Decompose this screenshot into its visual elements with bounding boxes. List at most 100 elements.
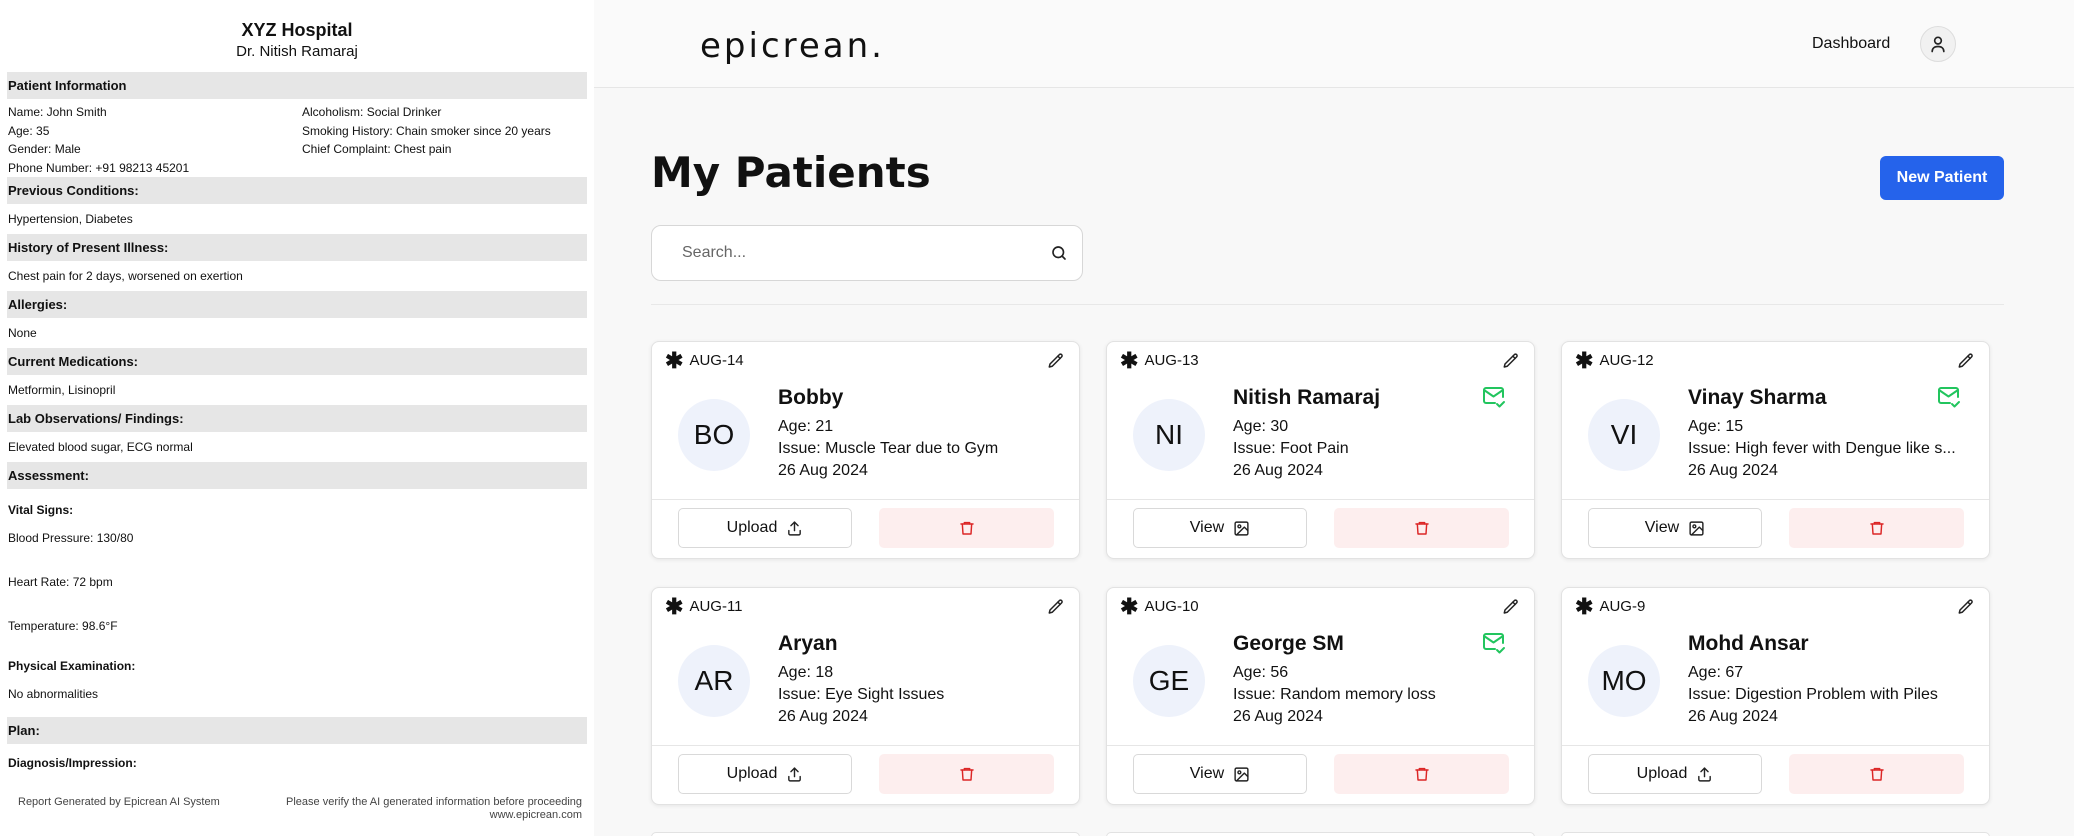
card-actions: Upload xyxy=(652,499,1079,558)
upload-button[interactable]: Upload xyxy=(678,754,852,794)
patient-name: Name: John Smith xyxy=(8,105,107,119)
patient-phone: Phone Number: +91 98213 45201 xyxy=(8,160,190,175)
edit-button[interactable] xyxy=(1047,352,1065,375)
edit-button[interactable] xyxy=(1502,352,1520,375)
vital-signs-label: Vital Signs: xyxy=(8,503,74,517)
upload-icon xyxy=(1698,766,1712,782)
patient-id: AUG-10 xyxy=(1144,598,1199,615)
patient-avatar: AR xyxy=(678,645,750,717)
patient-age: Age: 35 xyxy=(8,123,50,138)
upload-button[interactable]: Upload xyxy=(1588,754,1762,794)
search-input[interactable] xyxy=(682,244,1022,262)
patient-date: 26 Aug 2024 xyxy=(778,708,868,725)
patient-info: Bobby Age: 21 Issue: Muscle Tear due to … xyxy=(778,386,1058,482)
patient-card-next-row xyxy=(651,832,1080,836)
nav-dashboard-link[interactable]: Dashboard xyxy=(1812,35,1890,53)
trash-icon xyxy=(959,521,974,535)
patient-card[interactable]: ✱ AUG-13 NI Nitish Ramaraj Age: 30 Issue… xyxy=(1106,341,1535,559)
lab-findings-heading: Lab Observations/ Findings: xyxy=(7,405,587,432)
patient-avatar: MO xyxy=(1588,645,1660,717)
patient-chief-complaint: Chief Complaint: Chest pain xyxy=(302,142,452,156)
patient-age: Age: 56 xyxy=(1233,664,1289,681)
delete-button[interactable] xyxy=(879,508,1054,548)
patient-card-next-row xyxy=(1106,832,1535,836)
patient-age: Age: 15 xyxy=(1688,418,1744,435)
view-button[interactable]: View xyxy=(1133,754,1307,794)
pencil-icon xyxy=(1958,353,1973,368)
patient-id-tag: ✱ AUG-14 xyxy=(665,349,744,371)
card-actions: View xyxy=(1562,499,1989,558)
patient-id-tag: ✱ AUG-12 xyxy=(1575,347,1654,373)
physical-exam-value: No abnormalities xyxy=(8,687,99,701)
lab-findings-value: Elevated blood sugar, ECG normal xyxy=(8,440,193,454)
patient-id: AUG-9 xyxy=(1599,598,1646,615)
pencil-icon xyxy=(1048,599,1063,614)
upload-button[interactable]: Upload xyxy=(678,508,852,548)
patient-id: AUG-12 xyxy=(1599,352,1654,369)
action-label: Upload xyxy=(1636,765,1688,782)
app-logo[interactable]: epicrean. xyxy=(700,26,885,66)
search-icon[interactable] xyxy=(1050,244,1068,262)
patients-app: epicrean. Dashboard My Patients New Pati… xyxy=(594,0,2074,836)
image-icon xyxy=(1234,520,1249,536)
edit-button[interactable] xyxy=(1047,598,1065,621)
action-label: Upload xyxy=(726,765,778,782)
action-label: View xyxy=(1644,519,1680,536)
patient-date: 26 Aug 2024 xyxy=(778,462,868,479)
patient-name: Bobby xyxy=(778,386,844,409)
action-label: View xyxy=(1189,519,1225,536)
search-box xyxy=(651,225,1083,281)
patient-info: Aryan Age: 18 Issue: Eye Sight Issues 26… xyxy=(778,632,1058,728)
top-navbar: epicrean. Dashboard xyxy=(594,0,2074,88)
new-patient-button[interactable]: New Patient xyxy=(1880,156,2004,200)
patient-issue: Issue: Foot Pain xyxy=(1233,440,1349,457)
patient-avatar: GE xyxy=(1133,645,1205,717)
patient-information-heading: Patient Information xyxy=(7,72,587,99)
asterisk-icon: ✱ xyxy=(665,593,684,619)
delete-button[interactable] xyxy=(1789,508,1964,548)
asterisk-icon: ✱ xyxy=(1120,347,1139,373)
delete-button[interactable] xyxy=(1334,508,1509,548)
page-title: My Patients xyxy=(651,148,931,197)
report-hospital-name: XYZ Hospital xyxy=(241,20,353,40)
asterisk-icon: ✱ xyxy=(1575,347,1594,373)
history-heading: History of Present Illness: xyxy=(7,234,587,261)
patient-card[interactable]: ✱ AUG-12 VI Vinay Sharma Age: 15 Issue: … xyxy=(1561,341,1990,559)
pencil-icon xyxy=(1503,599,1518,614)
patient-id: AUG-13 xyxy=(1144,352,1199,369)
patient-issue: Issue: Eye Sight Issues xyxy=(778,686,945,703)
delete-button[interactable] xyxy=(1334,754,1509,794)
delete-button[interactable] xyxy=(1789,754,1964,794)
trash-icon xyxy=(1869,521,1884,535)
edit-button[interactable] xyxy=(1957,598,1975,621)
pencil-icon xyxy=(1048,353,1063,368)
card-actions: Upload xyxy=(1562,745,1989,804)
image-icon xyxy=(1689,520,1704,536)
profile-button[interactable] xyxy=(1920,26,1956,62)
patient-smoking-history: Smoking History: Chain smoker since 20 y… xyxy=(302,123,551,138)
upload-icon xyxy=(788,520,802,536)
patient-card[interactable]: ✱ AUG-9 MO Mohd Ansar Age: 67 Issue: Dig… xyxy=(1561,587,1990,805)
edit-button[interactable] xyxy=(1502,598,1520,621)
allergies-value: None xyxy=(8,326,37,340)
patient-name: Mohd Ansar xyxy=(1688,632,1809,655)
edit-button[interactable] xyxy=(1957,352,1975,375)
delete-button[interactable] xyxy=(879,754,1054,794)
view-button[interactable]: View xyxy=(1588,508,1762,548)
patient-card[interactable]: ✱ AUG-11 AR Aryan Age: 18 Issue: Eye Sig… xyxy=(651,587,1080,805)
patient-avatar: NI xyxy=(1133,399,1205,471)
patient-card[interactable]: ✱ AUG-14 BO Bobby Age: 21 Issue: Muscle … xyxy=(651,341,1080,559)
diagnosis-label: Diagnosis/Impression: xyxy=(8,756,137,770)
patient-card[interactable]: ✱ AUG-10 GE George SM Age: 56 Issue: Ran… xyxy=(1106,587,1535,805)
patient-card-grid: ✱ AUG-14 BO Bobby Age: 21 Issue: Muscle … xyxy=(651,341,1990,805)
patient-age: Age: 18 xyxy=(778,664,834,681)
trash-icon xyxy=(1414,521,1429,535)
patient-issue: Issue: Random memory loss xyxy=(1233,686,1436,703)
patient-age: Age: 30 xyxy=(1233,418,1289,435)
medications-heading: Current Medications: xyxy=(7,348,587,375)
patient-card-next-row xyxy=(1561,832,1990,836)
plan-heading: Plan: xyxy=(7,717,587,744)
previous-conditions-value: Hypertension, Diabetes xyxy=(8,212,133,226)
view-button[interactable]: View xyxy=(1133,508,1307,548)
patient-date: 26 Aug 2024 xyxy=(1688,708,1778,725)
